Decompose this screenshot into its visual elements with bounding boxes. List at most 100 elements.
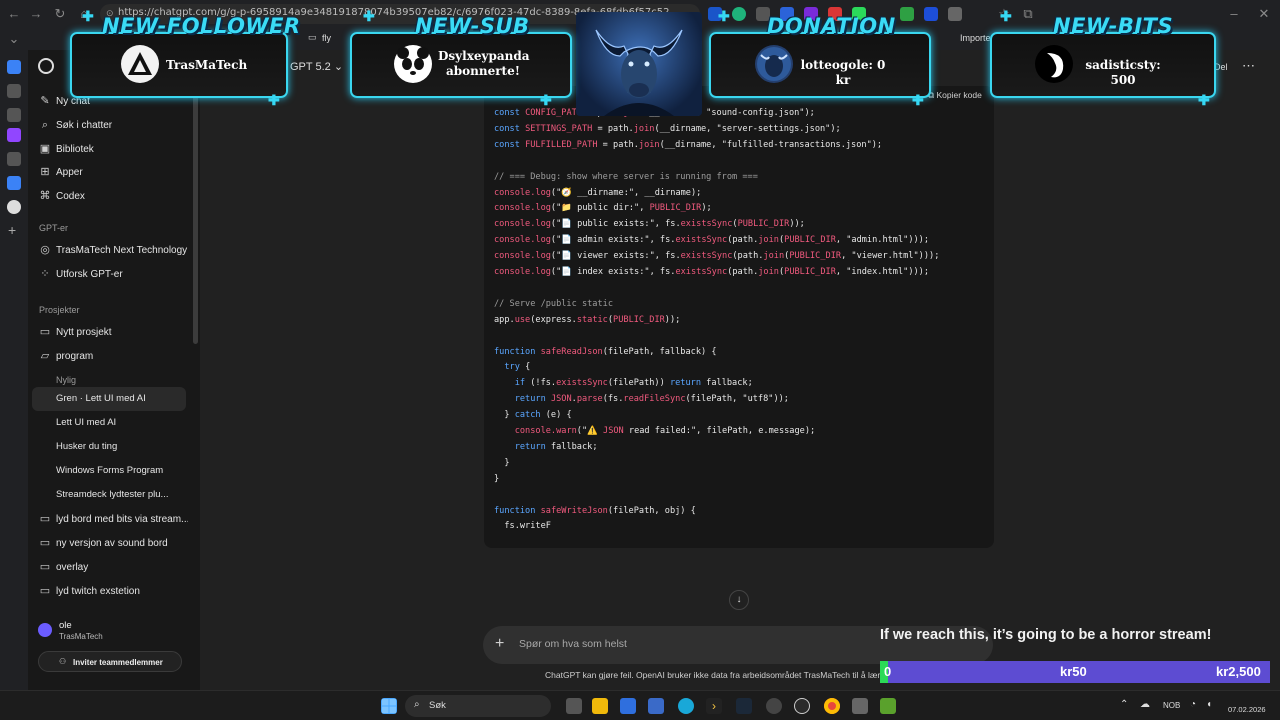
app-icon[interactable] bbox=[852, 698, 868, 714]
bits-avatar-icon bbox=[1035, 45, 1073, 83]
sidebar-scrollbar[interactable] bbox=[193, 86, 198, 344]
user-avatar[interactable] bbox=[38, 623, 52, 637]
panel-icon[interactable] bbox=[7, 176, 21, 190]
chatgpt-icon[interactable] bbox=[7, 200, 21, 214]
input-language[interactable]: NOB bbox=[1163, 701, 1180, 710]
steam-icon[interactable] bbox=[736, 698, 752, 714]
alert-username: sadisticsty: 500 bbox=[1085, 58, 1161, 87]
file-explorer-icon[interactable] bbox=[592, 698, 608, 714]
share-button[interactable]: Del bbox=[1214, 62, 1228, 72]
volume-icon[interactable]: ◖ bbox=[1206, 699, 1212, 710]
code-line: function safeWriteJson(filePath, obj) { bbox=[494, 505, 696, 516]
forward-icon[interactable]: → bbox=[28, 6, 44, 22]
sidebar-chat-item[interactable]: Windows Forms Program bbox=[56, 460, 196, 482]
clock-date[interactable]: 07.02.2026 bbox=[1228, 705, 1266, 714]
sparkle-icon: ✚ bbox=[363, 8, 375, 24]
scroll-down-button[interactable]: ↓ bbox=[729, 590, 749, 610]
twitch-icon[interactable] bbox=[7, 128, 21, 142]
sidebar-item-project[interactable]: ▱ program bbox=[38, 345, 188, 367]
alert-title: NEW-FOLLOWER bbox=[102, 14, 301, 38]
apps-icon: ⊞ bbox=[40, 166, 50, 178]
copy-code-button[interactable]: ⧉ Kopier kode bbox=[928, 90, 982, 101]
sidebar-item-project[interactable]: ▭ overlay bbox=[38, 556, 188, 578]
sparkle-icon: ✚ bbox=[718, 8, 730, 24]
bookmark-item[interactable]: fly bbox=[322, 33, 331, 43]
terminal-icon[interactable]: › bbox=[706, 698, 722, 714]
sidebar-item-codex[interactable]: ⌘ Codex bbox=[38, 185, 188, 207]
cloud-icon[interactable]: ☁ bbox=[1140, 699, 1150, 710]
sidebar-item-project[interactable]: ▭ lyd twitch exstetion bbox=[38, 580, 188, 602]
code-line: console.log("📄 public exists:", fs.exist… bbox=[494, 219, 805, 230]
openai-logo-icon[interactable] bbox=[38, 58, 54, 74]
user-name[interactable]: ole bbox=[59, 620, 72, 631]
panel-icon[interactable] bbox=[7, 60, 21, 74]
reload-icon[interactable]: ↻ bbox=[52, 6, 68, 22]
bull-logo-image bbox=[576, 12, 702, 116]
browser-side-panel: + bbox=[0, 50, 28, 690]
sidebar-item-project[interactable]: ▭ lyd bord med bits via stream... bbox=[38, 508, 188, 530]
recent-heading: Nylig bbox=[56, 375, 77, 385]
sidebar-chat-item[interactable]: Streamdeck lydtester plu... bbox=[56, 484, 196, 506]
bookmark-item[interactable]: Importe bbox=[960, 33, 991, 43]
code-line: console.warn("⚠️ JSON read failed:", fil… bbox=[514, 426, 816, 436]
sidebar-chat-item[interactable]: Husker du ting bbox=[56, 436, 196, 458]
window-close-icon[interactable]: ✕ bbox=[1256, 6, 1272, 22]
invite-team-button[interactable]: ⚇ Inviter teammedlemmer bbox=[38, 651, 182, 672]
obs-icon[interactable] bbox=[766, 698, 782, 714]
donation-avatar-icon bbox=[755, 45, 793, 83]
windows-start-icon[interactable] bbox=[381, 698, 397, 714]
edge-icon[interactable] bbox=[678, 698, 694, 714]
extension-icon[interactable] bbox=[924, 7, 938, 21]
code-line: return fallback; bbox=[514, 441, 598, 452]
teams-icon[interactable] bbox=[648, 698, 664, 714]
more-options-icon[interactable]: ⋯ bbox=[1242, 58, 1255, 74]
extension-icon[interactable] bbox=[948, 7, 962, 21]
github-icon[interactable] bbox=[794, 698, 810, 714]
sidebar-item-project[interactable]: ▭ ny versjon av sound bord bbox=[38, 532, 188, 554]
code-line: console.log("📄 viewer exists:", fs.exist… bbox=[494, 251, 940, 262]
code-line: } bbox=[494, 473, 500, 484]
code-block: const CONFIG_PATH = path.join(__dirname,… bbox=[484, 86, 994, 548]
sidebar-item-search[interactable]: ⌕ Søk i chatter bbox=[38, 114, 188, 136]
task-view-icon[interactable] bbox=[566, 698, 582, 714]
panda-avatar-icon bbox=[394, 45, 432, 83]
extension-icon[interactable] bbox=[732, 7, 746, 21]
add-attachment-icon[interactable]: + bbox=[495, 635, 504, 653]
sidebar-chat-item[interactable]: Lett UI med AI bbox=[56, 412, 196, 434]
extensions-puzzle-icon[interactable]: ⧉ bbox=[1020, 6, 1036, 22]
folder-icon: ▭ bbox=[39, 537, 51, 549]
sparkle-icon: ✚ bbox=[1000, 8, 1012, 24]
taskbar-search[interactable]: ⌕ Søk bbox=[405, 695, 551, 717]
panel-icon[interactable] bbox=[7, 108, 21, 122]
folder-icon: ▭ bbox=[39, 561, 51, 573]
extension-icon[interactable] bbox=[900, 7, 914, 21]
follower-avatar-icon bbox=[121, 45, 159, 83]
sidebar-item-new-project[interactable]: ▭ Nytt prosjekt bbox=[38, 321, 188, 343]
window-minimize-icon[interactable]: – bbox=[1226, 6, 1242, 22]
chatgpt-app: ✎ Ny chat ⌕ Søk i chatter ▣ Bibliotek ⊞ Appe… bbox=[28, 50, 1280, 690]
app-icon[interactable] bbox=[880, 698, 896, 714]
wifi-icon[interactable]: ◔ bbox=[1190, 699, 1196, 710]
sidebar-item-gpt[interactable]: ◎ TrasMaTech Next Technology bbox=[38, 239, 188, 261]
alert-username: Dsylxeypanda abonnerte! bbox=[438, 49, 530, 78]
tray-chevron-icon[interactable]: ⌃ bbox=[1120, 699, 1128, 710]
outlook-icon[interactable] bbox=[620, 698, 636, 714]
add-panel-icon[interactable]: + bbox=[8, 222, 16, 238]
sidebar-item-apps[interactable]: ⊞ Apper bbox=[38, 161, 188, 183]
panel-icon[interactable] bbox=[7, 84, 21, 98]
prompt-input[interactable]: Spør om hva som helst bbox=[519, 638, 627, 650]
model-selector[interactable]: GPT 5.2 ⌄ bbox=[290, 60, 343, 73]
chevron-down-icon[interactable]: ⌄ bbox=[6, 31, 22, 47]
sidebar-chat-item[interactable]: Gren · Lett UI med AI bbox=[56, 388, 196, 410]
explore-icon: ⁘ bbox=[40, 268, 50, 280]
panel-icon[interactable] bbox=[7, 152, 21, 166]
chrome-icon[interactable] bbox=[824, 698, 840, 714]
add-user-icon: ⚇ bbox=[59, 657, 67, 666]
sidebar-item-library[interactable]: ▣ Bibliotek bbox=[38, 138, 188, 160]
sidebar-item-explore-gpts[interactable]: ⁘ Utforsk GPT-er bbox=[38, 263, 188, 285]
code-line: } bbox=[494, 457, 510, 468]
back-icon[interactable]: ← bbox=[6, 6, 22, 22]
code-line: } catch (e) { bbox=[494, 410, 572, 421]
search-icon: ⌕ bbox=[41, 119, 49, 131]
code-line: return JSON.parse(fs.readFileSync(filePa… bbox=[514, 394, 789, 405]
